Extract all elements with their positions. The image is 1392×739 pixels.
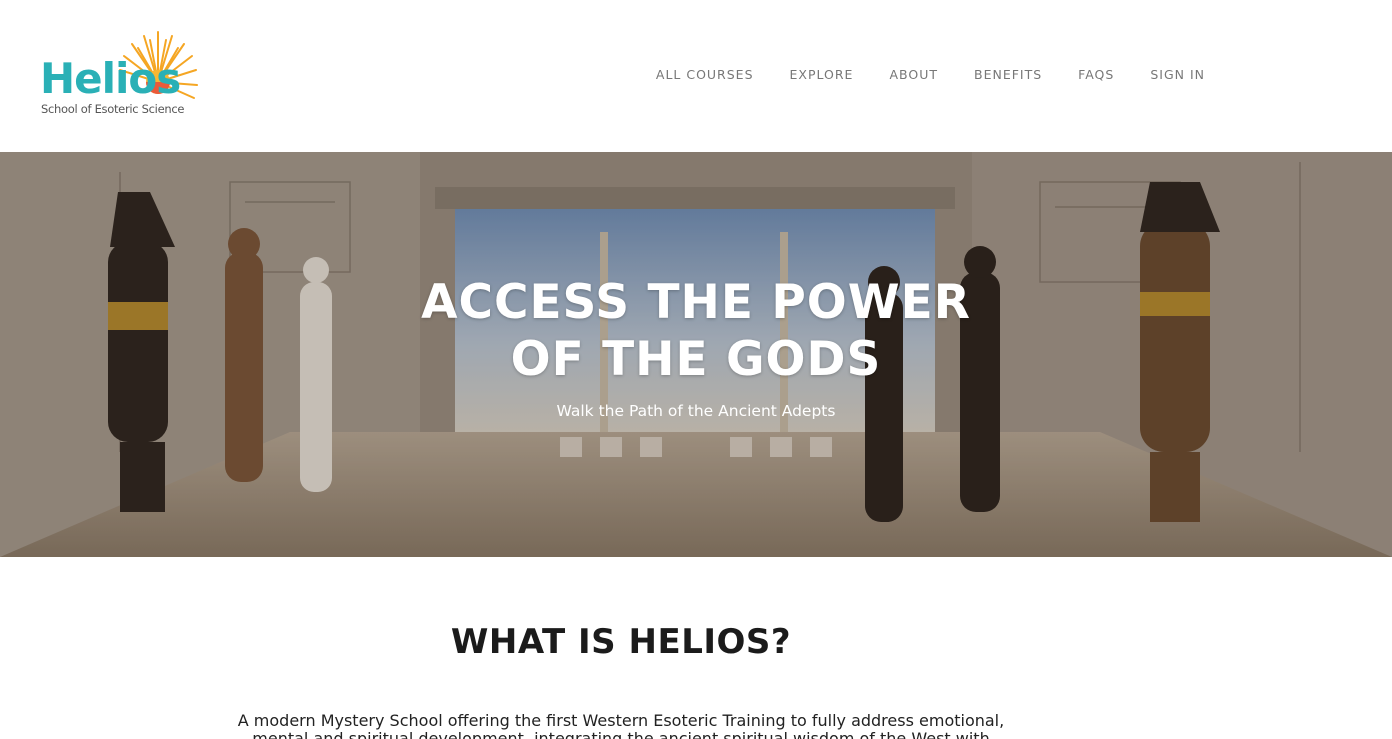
hero-title-line-2: OF THE GODS [510, 332, 882, 387]
helios-logo[interactable]: Helios School of Esoteric Science [40, 30, 200, 120]
nav-faqs[interactable]: FAQS [1078, 67, 1114, 82]
hero-title-line-1: ACCESS THE POWER [421, 275, 971, 330]
main-nav: ALL COURSES EXPLORE ABOUT BENEFITS FAQS … [656, 67, 1205, 82]
nav-explore[interactable]: EXPLORE [790, 67, 854, 82]
hero-subtitle: Walk the Path of the Ancient Adepts [556, 402, 836, 420]
nav-benefits[interactable]: BENEFITS [974, 67, 1042, 82]
nav-sign-in[interactable]: SIGN IN [1150, 67, 1205, 82]
nav-all-courses[interactable]: ALL COURSES [656, 67, 754, 82]
logo-wordmark: Helios [40, 54, 181, 103]
about-heading: WHAT IS HELIOS? [450, 622, 792, 662]
hero-banner: ACCESS THE POWER OF THE GODS Walk the Pa… [0, 152, 1392, 557]
about-body: A modern Mystery School offering the fir… [237, 711, 1005, 739]
site-header: Helios School of Esoteric Science ALL CO… [0, 0, 1392, 152]
logo-tagline: School of Esoteric Science [41, 102, 185, 116]
nav-about[interactable]: ABOUT [889, 67, 938, 82]
hero-title: ACCESS THE POWER OF THE GODS [0, 274, 1392, 388]
